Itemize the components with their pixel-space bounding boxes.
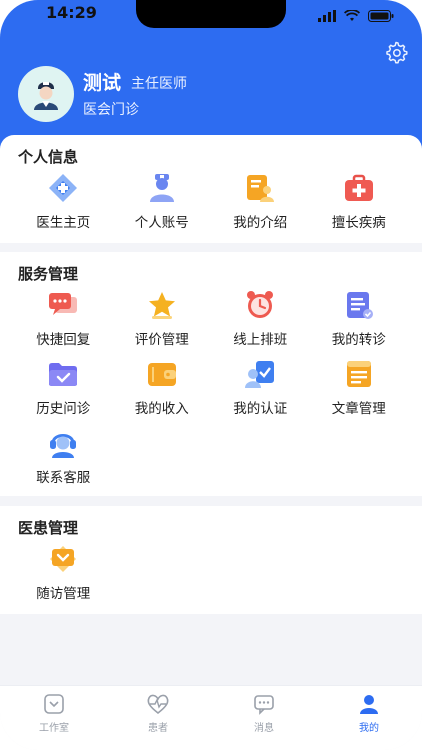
customer-service-icon [47, 427, 79, 459]
menu-item-account[interactable]: 个人账号 [113, 172, 212, 241]
tab-studio[interactable]: 工作室 [24, 692, 84, 734]
menu-item-label: 随访管理 [36, 586, 91, 602]
star-icon [146, 289, 178, 321]
medical-kit-icon [343, 172, 375, 204]
doctor-avatar[interactable] [18, 66, 74, 122]
tab-mine[interactable]: 我的 [339, 692, 399, 734]
section-patient-management: 医患管理 随访管理 [0, 506, 422, 614]
menu-item-article-management[interactable]: 文章管理 [310, 358, 409, 427]
notch [136, 0, 286, 28]
battery-icon [368, 7, 394, 26]
referral-icon [343, 289, 375, 321]
section-title: 个人信息 [18, 148, 79, 166]
menu-item-review-management[interactable]: 评价管理 [113, 289, 212, 358]
status-bar: 14:29 [0, 0, 422, 30]
menu-item-doctor-home[interactable]: 医生主页 [14, 172, 113, 241]
menu-item-label: 我的认证 [233, 401, 288, 417]
menu-item-introduction[interactable]: 我的介绍 [211, 172, 310, 241]
alarm-clock-icon [244, 289, 276, 321]
heartbeat-icon [146, 692, 170, 716]
section-title: 医患管理 [18, 519, 79, 537]
menu-item-follow-up[interactable]: 随访管理 [14, 543, 113, 612]
article-icon [343, 358, 375, 390]
doctor-avatar-icon [34, 82, 58, 110]
doctor-department: 医会门诊 [83, 102, 139, 118]
settings-gear-icon[interactable] [384, 40, 408, 64]
menu-item-label: 线上排班 [233, 332, 288, 348]
studio-icon [42, 692, 66, 716]
account-icon [146, 172, 178, 204]
doctor-title: 主任医师 [131, 76, 187, 92]
phone-screen: 14:29 测试 主任医师 医会门诊 个人信息 医生主页 个人账号 我的介绍 擅… [0, 0, 422, 750]
menu-item-my-referral[interactable]: 我的转诊 [310, 289, 409, 358]
tab-label: 消息 [254, 723, 274, 734]
menu-item-label: 我的转诊 [331, 332, 386, 348]
doctor-home-icon [47, 172, 79, 204]
quick-reply-icon [47, 289, 79, 321]
wifi-icon [343, 7, 361, 26]
menu-item-label: 擅长疾病 [331, 215, 386, 231]
signal-icon [318, 7, 336, 26]
wallet-icon [146, 358, 178, 390]
menu-item-label: 我的收入 [134, 401, 189, 417]
tab-label: 患者 [148, 723, 168, 734]
menu-item-label: 历史问诊 [36, 401, 91, 417]
menu-item-label: 评价管理 [134, 332, 189, 348]
menu-item-my-income[interactable]: 我的收入 [113, 358, 212, 427]
menu-item-specialty-diseases[interactable]: 擅长疾病 [310, 172, 409, 241]
menu-item-my-certification[interactable]: 我的认证 [211, 358, 310, 427]
menu-item-label: 医生主页 [36, 215, 91, 231]
tab-patients[interactable]: 患者 [128, 692, 188, 734]
doctor-name: 测试 [83, 72, 122, 94]
certification-icon [244, 358, 276, 390]
status-icons [318, 7, 394, 26]
menu-item-label: 个人账号 [134, 215, 189, 231]
menu-item-label: 文章管理 [331, 401, 386, 417]
menu-item-contact-support[interactable]: 联系客服 [14, 427, 113, 496]
status-time: 14:29 [46, 3, 97, 22]
tab-label: 我的 [359, 723, 379, 734]
menu-item-label: 联系客服 [36, 470, 91, 486]
tab-label: 工作室 [39, 723, 69, 734]
bottom-tab-bar: 工作室 患者 消息 我的 [0, 685, 422, 750]
menu-item-label: 我的介绍 [233, 215, 288, 231]
menu-item-online-schedule[interactable]: 线上排班 [211, 289, 310, 358]
tab-messages[interactable]: 消息 [234, 692, 294, 734]
section-service-management: 服务管理 快捷回复 评价管理 线上排班 我的转诊 历史问诊 我的收入 我的认证 … [0, 252, 422, 496]
message-icon [252, 692, 276, 716]
menu-item-consultation-history[interactable]: 历史问诊 [14, 358, 113, 427]
section-personal-info: 个人信息 医生主页 个人账号 我的介绍 擅长疾病 [0, 135, 422, 243]
follow-up-icon [47, 543, 79, 575]
menu-item-quick-reply[interactable]: 快捷回复 [14, 289, 113, 358]
section-title: 服务管理 [18, 265, 79, 283]
introduction-icon [244, 172, 276, 204]
folder-icon [47, 358, 79, 390]
menu-item-label: 快捷回复 [36, 332, 91, 348]
profile-icon [357, 692, 381, 716]
